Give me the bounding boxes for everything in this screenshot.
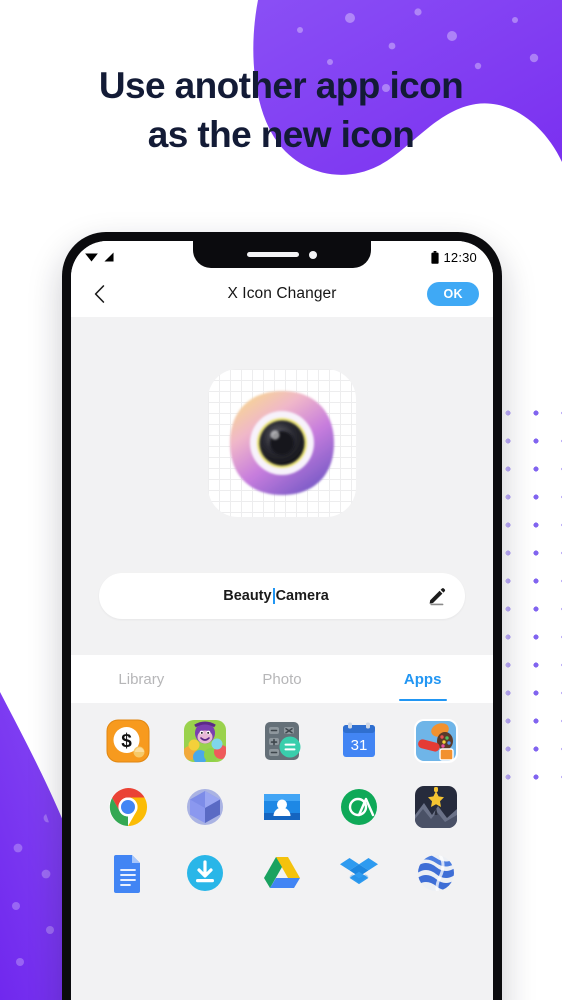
tab-apps-label: Apps (403, 670, 442, 688)
google-drive-icon[interactable] (260, 851, 304, 895)
calculator-app-icon[interactable] (260, 719, 304, 763)
svg-text:$: $ (121, 731, 132, 752)
ok-button[interactable]: OK (427, 282, 479, 306)
signal-icon (104, 252, 114, 262)
battery-icon (431, 250, 440, 264)
beauty-camera-app-icon (230, 391, 334, 495)
headline-line-2: as the new icon (147, 113, 415, 155)
google-earth-icon[interactable] (414, 851, 458, 895)
ca-app-icon[interactable] (337, 785, 381, 829)
app-header: X Icon Changer OK (71, 271, 493, 317)
cash-dollar-app-icon[interactable]: $ (106, 719, 150, 763)
wifi-icon (85, 253, 98, 262)
google-chrome-icon[interactable] (106, 785, 150, 829)
phone-screen: 12:30 X Icon Changer OK Beauty Camera Li… (71, 241, 493, 1000)
candy-character-game-icon[interactable] (183, 719, 227, 763)
icon-preview-area (71, 369, 493, 517)
downloads-app-icon[interactable] (183, 851, 227, 895)
status-bar: 12:30 (71, 241, 493, 271)
status-bar-time: 12:30 (443, 249, 477, 265)
candy-crush-saga-icon[interactable] (414, 719, 459, 763)
cube-app-icon[interactable] (183, 785, 227, 829)
dropbox-icon[interactable] (337, 851, 381, 895)
google-contacts-icon[interactable] (260, 785, 304, 829)
google-calendar-icon[interactable]: 31 (337, 719, 381, 763)
tab-library-label: Library (118, 670, 165, 688)
phone-mockup: 12:30 X Icon Changer OK Beauty Camera Li… (62, 232, 502, 1000)
icon-editor-panel: Beauty Camera Library Photo Apps $ 31 (71, 317, 493, 895)
google-docs-icon[interactable] (106, 851, 150, 895)
icon-grid-backdrop[interactable] (208, 369, 356, 517)
page-title: Use another app icon as the new icon (0, 62, 562, 160)
icon-name-before-caret: Beauty (223, 588, 272, 604)
star-game-icon[interactable] (414, 785, 458, 829)
front-camera-dot (309, 250, 317, 259)
tab-photo[interactable]: Photo (212, 655, 353, 703)
tab-apps[interactable]: Apps (352, 655, 493, 703)
tab-library[interactable]: Library (71, 655, 212, 703)
icon-name-field[interactable]: Beauty Camera (99, 573, 465, 619)
tab-active-underline (398, 698, 447, 701)
phone-notch (193, 241, 371, 268)
source-tabs: Library Photo Apps (71, 655, 493, 703)
earpiece-speaker (247, 252, 299, 257)
svg-text:31: 31 (351, 737, 368, 754)
headline-line-1: Use another app icon (98, 65, 464, 106)
icon-name-value: Beauty Camera (99, 588, 427, 604)
app-icon-grid: $ 31 (71, 703, 493, 895)
promo-screenshot: Use another app icon as the new icon 12:… (0, 0, 562, 1000)
pencil-icon[interactable] (427, 586, 447, 606)
tab-photo-label: Photo (262, 670, 302, 688)
icon-name-after-caret: Camera (275, 588, 329, 604)
text-cursor (272, 588, 275, 604)
